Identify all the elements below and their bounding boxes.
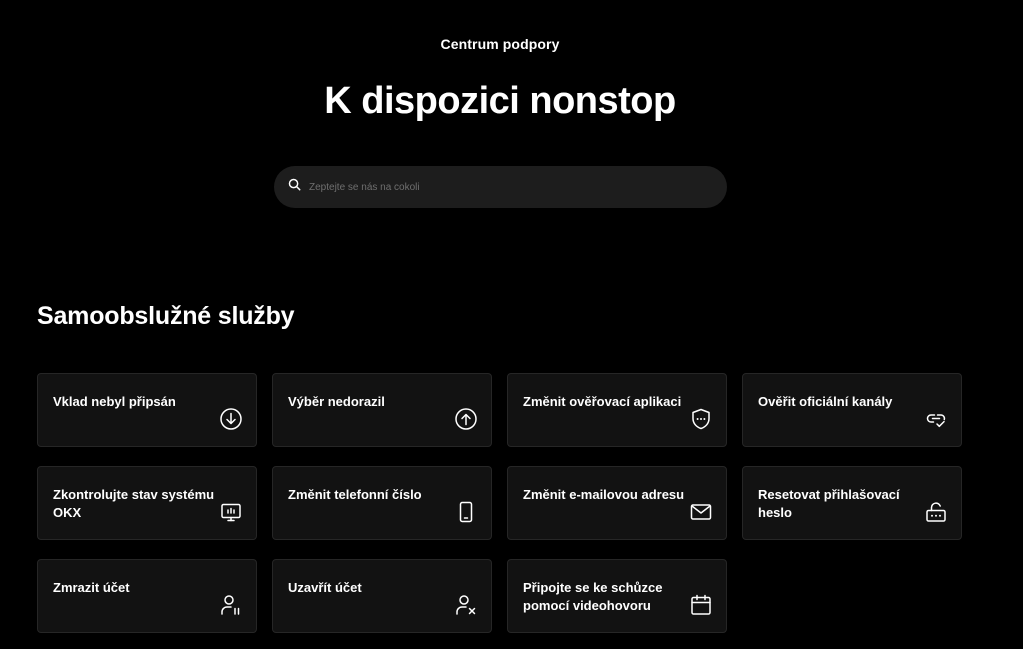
card-label: Připojte se ke schůzce pomocí videohovor… (523, 580, 663, 613)
card-label: Změnit e-mailovou adresu (523, 487, 685, 502)
page-eyebrow: Centrum podpory (440, 36, 560, 52)
support-center-page: Centrum podpory K dispozici nonstop Samo… (0, 0, 1023, 649)
card-join-video-meeting[interactable]: Připojte se ke schůzce pomocí videohovor… (507, 559, 727, 633)
page-title: K dispozici nonstop (324, 80, 676, 122)
card-check-system-status[interactable]: Zkontrolujte stav systému OKX (37, 466, 257, 540)
search-icon (288, 178, 309, 196)
section-title: Samoobslužné služby (37, 302, 295, 330)
search-input[interactable] (309, 181, 709, 193)
monitor-status-icon (219, 500, 243, 524)
card-label: Výběr nedorazil (288, 394, 385, 409)
card-change-authenticator[interactable]: Změnit ověřovací aplikaci (507, 373, 727, 447)
card-label: Zmrazit účet (53, 580, 130, 595)
mail-icon (689, 500, 713, 524)
download-icon (219, 407, 243, 431)
user-remove-icon (454, 593, 478, 617)
card-label: Ověřit oficiální kanály (758, 394, 893, 409)
shield-password-icon (689, 407, 713, 431)
calendar-icon (689, 593, 713, 617)
card-verify-official-channels[interactable]: Ověřit oficiální kanály (742, 373, 962, 447)
link-check-icon (924, 407, 948, 431)
card-label: Změnit telefonní číslo (288, 487, 422, 502)
card-reset-login-password[interactable]: Resetovat přihlašovací heslo (742, 466, 962, 540)
search-bar[interactable] (274, 166, 727, 208)
card-label: Resetovat přihlašovací heslo (758, 487, 900, 520)
card-label: Vklad nebyl připsán (53, 394, 176, 409)
card-label: Zkontrolujte stav systému OKX (53, 487, 215, 520)
user-pause-icon (219, 593, 243, 617)
card-label: Změnit ověřovací aplikaci (523, 394, 682, 409)
phone-icon (454, 500, 478, 524)
card-deposit-not-credited[interactable]: Vklad nebyl připsán (37, 373, 257, 447)
card-change-email[interactable]: Změnit e-mailovou adresu (507, 466, 727, 540)
card-label: Uzavřít účet (288, 580, 362, 595)
self-service-grid: Vklad nebyl připsán Výběr nedorazil Změn… (37, 373, 963, 633)
card-withdrawal-not-arrived[interactable]: Výběr nedorazil (272, 373, 492, 447)
upload-icon (454, 407, 478, 431)
card-change-phone-number[interactable]: Změnit telefonní číslo (272, 466, 492, 540)
card-freeze-account[interactable]: Zmrazit účet (37, 559, 257, 633)
unlock-password-icon (924, 500, 948, 524)
card-close-account[interactable]: Uzavřít účet (272, 559, 492, 633)
